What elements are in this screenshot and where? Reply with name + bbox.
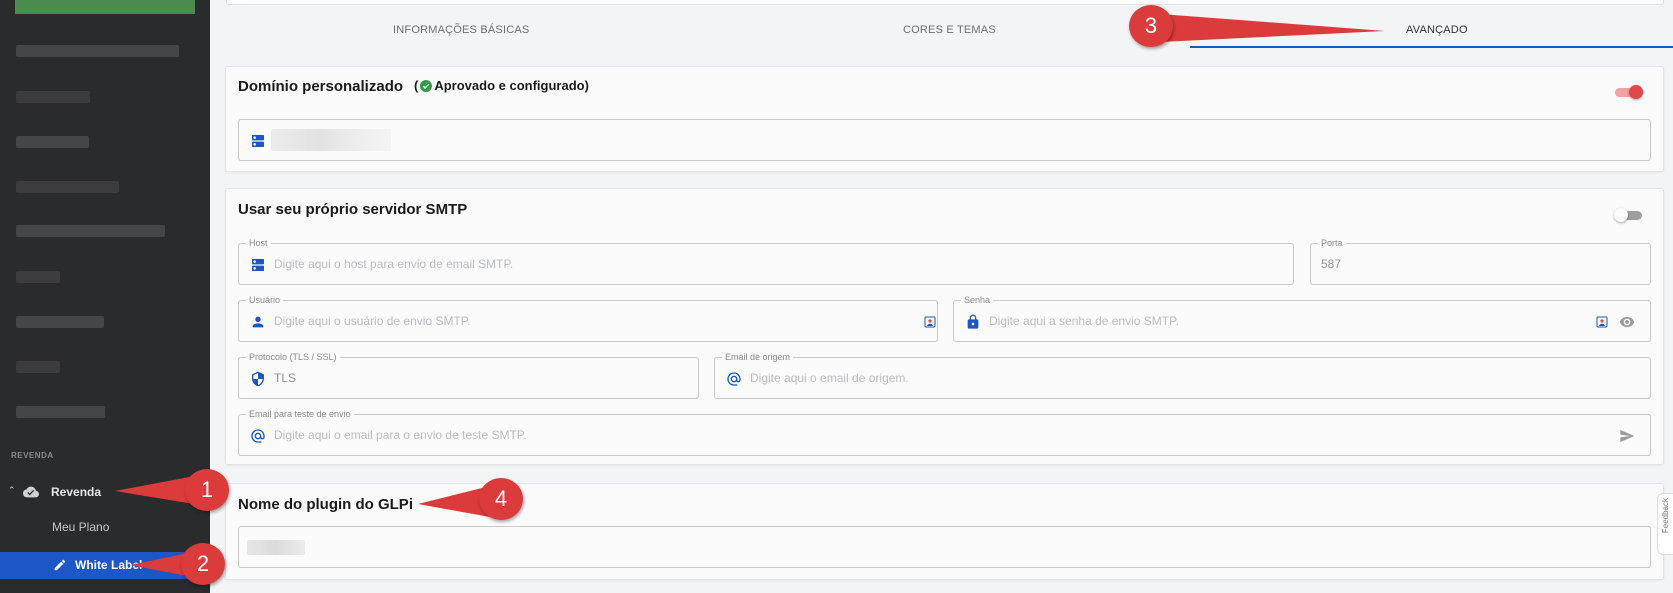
sidebar-item-label: White Label — [75, 558, 143, 572]
check-circle-icon — [420, 79, 433, 92]
glpi-value-blurred — [247, 540, 305, 555]
shield-icon — [252, 371, 264, 387]
dominio-field[interactable] — [238, 119, 1651, 161]
sidebar: REVENDA ⌃ Revenda Meu Plano White Label — [0, 0, 210, 593]
cloud-check-icon — [23, 486, 39, 498]
porta-field[interactable]: Porta 587 — [1310, 237, 1651, 285]
send-icon[interactable] — [1619, 428, 1635, 444]
sidebar-item-blurred[interactable] — [16, 361, 60, 373]
contact-card-icon[interactable] — [1594, 314, 1610, 330]
senha-legend: Senha — [961, 294, 994, 306]
person-icon — [252, 316, 264, 328]
email-origem-placeholder: Digite aqui o email de origem. — [750, 371, 909, 385]
annotation-badge-2: 2 — [181, 543, 225, 585]
tab-informacoes-basicas[interactable]: INFORMAÇÕES BÁSICAS — [393, 24, 529, 36]
host-placeholder: Digite aqui o host para envio de email S… — [274, 257, 514, 271]
sidebar-item-blurred[interactable] — [16, 45, 179, 57]
protocolo-legend: Protocolo (TLS / SSL) — [246, 351, 340, 363]
server-icon — [252, 259, 264, 271]
main-content: INFORMAÇÕES BÁSICAS CORES E TEMAS AVANÇA… — [210, 0, 1673, 593]
annotation-badge-4: 4 — [479, 478, 523, 520]
sidebar-active-bar[interactable] — [15, 0, 195, 14]
protocolo-field[interactable]: Protocolo (TLS / SSL) TLS — [238, 351, 699, 399]
protocolo-value: TLS — [274, 371, 297, 385]
smtp-title: Usar seu próprio servidor SMTP — [238, 201, 468, 218]
sidebar-item-white-label[interactable]: White Label — [0, 552, 210, 579]
smtp-card: Usar seu próprio servidor SMTP Host Digi… — [225, 188, 1664, 465]
sidebar-item-meu-plano[interactable]: Meu Plano — [52, 520, 109, 534]
usuario-legend: Usuário — [246, 294, 284, 306]
dominio-toggle[interactable] — [1615, 85, 1645, 99]
tab-cores-e-temas[interactable]: CORES E TEMAS — [903, 24, 996, 36]
tab-active-indicator — [1190, 46, 1673, 48]
sidebar-item-blurred[interactable] — [16, 225, 165, 237]
approved-status: ( Aprovado e configurado) — [414, 78, 589, 93]
sidebar-item-blurred[interactable] — [16, 91, 90, 103]
usuario-field[interactable]: Usuário Digite aqui o usuário de envio S… — [238, 294, 938, 342]
glpi-title: Nome do plugin do GLPi — [238, 496, 413, 513]
glpi-field[interactable] — [238, 526, 1651, 568]
annotation-badge-3: 3 — [1129, 5, 1173, 47]
at-sign-icon — [251, 429, 265, 443]
tab-avancado[interactable]: AVANÇADO — [1406, 24, 1468, 36]
senha-field[interactable]: Senha Digite aqui a senha de envio SMTP. — [953, 294, 1651, 342]
server-icon — [252, 135, 264, 147]
email-teste-legend: Email para teste de envio — [246, 408, 354, 420]
top-card — [226, 0, 1664, 5]
host-legend: Host — [246, 237, 271, 249]
sidebar-item-blurred[interactable] — [16, 136, 89, 148]
dominio-title: Domínio personalizado — [238, 78, 404, 95]
host-field[interactable]: Host Digite aqui o host para envio de em… — [238, 237, 1294, 285]
email-teste-placeholder: Digite aqui o email para o envio de test… — [274, 428, 527, 442]
dominio-card: Domínio personalizado ( Aprovado e confi… — [225, 66, 1664, 172]
email-origem-field[interactable]: Email de origem Digite aqui o email de o… — [714, 351, 1651, 399]
eye-icon[interactable] — [1619, 314, 1635, 330]
glpi-card: Nome do plugin do GLPi — [225, 483, 1664, 580]
email-origem-legend: Email de origem — [722, 351, 794, 363]
approved-paren: ( — [414, 78, 419, 93]
dominio-value-blurred — [271, 129, 391, 151]
pencil-icon — [54, 559, 66, 571]
smtp-toggle[interactable] — [1614, 208, 1646, 222]
porta-legend: Porta — [1318, 237, 1346, 249]
senha-placeholder: Digite aqui a senha de envio SMTP. — [989, 314, 1179, 328]
usuario-placeholder: Digite aqui o usuário de envio SMTP. — [274, 314, 471, 328]
feedback-label: Feedback — [1661, 498, 1670, 534]
feedback-tab[interactable]: Feedback — [1657, 493, 1673, 555]
annotation-badge-1: 1 — [185, 469, 229, 511]
email-teste-field[interactable]: Email para teste de envio Digite aqui o … — [238, 408, 1651, 456]
sidebar-section-label: REVENDA — [11, 451, 54, 460]
chevron-up-icon: ⌃ — [8, 485, 16, 495]
lock-icon — [967, 314, 979, 329]
porta-value: 587 — [1321, 257, 1342, 271]
contact-card-icon[interactable] — [922, 314, 938, 330]
sidebar-item-revenda[interactable]: ⌃ Revenda — [0, 482, 210, 502]
at-sign-icon — [727, 372, 741, 386]
sidebar-item-label: Revenda — [51, 485, 102, 499]
sidebar-item-blurred[interactable] — [16, 181, 119, 193]
sidebar-item-blurred[interactable] — [16, 316, 104, 328]
sidebar-item-blurred[interactable] — [16, 406, 105, 418]
approved-text: Aprovado e configurado) — [434, 78, 589, 93]
sidebar-item-blurred[interactable] — [16, 271, 60, 283]
